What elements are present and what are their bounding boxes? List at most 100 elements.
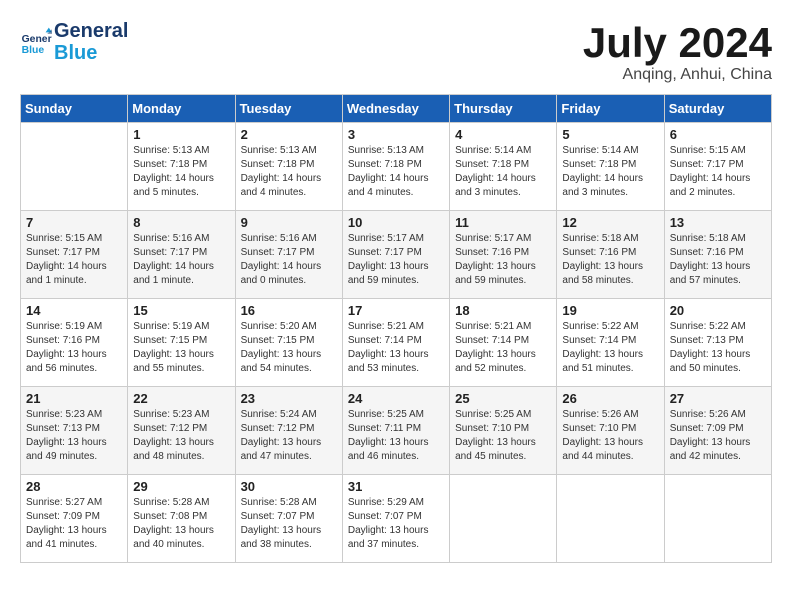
day-detail: Sunrise: 5:13 AM Sunset: 7:18 PM Dayligh… (133, 144, 229, 200)
day-number: 16 (241, 303, 337, 318)
day-number: 19 (562, 303, 658, 318)
day-detail: Sunrise: 5:15 AM Sunset: 7:17 PM Dayligh… (26, 232, 122, 288)
day-number: 4 (455, 127, 551, 142)
day-detail: Sunrise: 5:22 AM Sunset: 7:14 PM Dayligh… (562, 320, 658, 376)
day-number: 17 (348, 303, 444, 318)
calendar-cell: 26Sunrise: 5:26 AM Sunset: 7:10 PM Dayli… (557, 387, 664, 475)
day-detail: Sunrise: 5:25 AM Sunset: 7:10 PM Dayligh… (455, 408, 551, 464)
day-number: 22 (133, 391, 229, 406)
calendar-cell: 25 Sunrise: 5:25 AM Sunset: 7:10 PM Dayli… (450, 387, 557, 475)
calendar-cell (557, 475, 664, 563)
day-number: 12 (562, 215, 658, 230)
day-detail: Sunrise: 5:23 AM Sunset: 7:13 PM Dayligh… (26, 408, 122, 464)
calendar-cell: 30 Sunrise: 5:28 AM Sunset: 7:07 PM Dayli… (235, 475, 342, 563)
day-number: 10 (348, 215, 444, 230)
calendar-cell: 28Sunrise: 5:27 AM Sunset: 7:09 PM Dayli… (21, 475, 128, 563)
day-number: 11 (455, 215, 551, 230)
day-number: 25 (455, 391, 551, 406)
day-detail: Sunrise: 5:28 AM Sunset: 7:08 PM Dayligh… (133, 496, 229, 552)
day-number: 23 (241, 391, 337, 406)
calendar-cell: 15Sunrise: 5:19 AM Sunset: 7:15 PM Dayli… (128, 299, 235, 387)
calendar-cell: 14 Sunrise: 5:19 AM Sunset: 7:16 PM Dayli… (21, 299, 128, 387)
calendar-cell: 11 Sunrise: 5:17 AM Sunset: 7:16 PM Dayli… (450, 211, 557, 299)
day-detail: Sunrise: 5:24 AM Sunset: 7:12 PM Dayligh… (241, 408, 337, 464)
day-number: 24 (348, 391, 444, 406)
weekday-friday: Friday (557, 95, 664, 123)
calendar-cell (21, 123, 128, 211)
weekday-wednesday: Wednesday (342, 95, 449, 123)
day-number: 5 (562, 127, 658, 142)
location-subtitle: Anqing, Anhui, China (583, 66, 772, 84)
calendar-cell: 1 Sunrise: 5:13 AM Sunset: 7:18 PM Daylig… (128, 123, 235, 211)
day-number: 26 (562, 391, 658, 406)
day-detail: Sunrise: 5:29 AM Sunset: 7:07 PM Dayligh… (348, 496, 444, 552)
day-detail: Sunrise: 5:14 AM Sunset: 7:18 PM Dayligh… (562, 144, 658, 200)
day-number: 2 (241, 127, 337, 142)
day-number: 6 (670, 127, 766, 142)
calendar-cell: 16Sunrise: 5:20 AM Sunset: 7:15 PM Dayli… (235, 299, 342, 387)
weekday-tuesday: Tuesday (235, 95, 342, 123)
day-detail: Sunrise: 5:22 AM Sunset: 7:13 PM Dayligh… (670, 320, 766, 376)
calendar-cell (664, 475, 771, 563)
month-title: July 2024 (583, 20, 772, 66)
calendar-cell: 17 Sunrise: 5:21 AM Sunset: 7:14 PM Dayli… (342, 299, 449, 387)
page-header: General Blue General Blue July 2024 Anqi… (20, 20, 772, 84)
calendar-cell: 9Sunrise: 5:16 AM Sunset: 7:17 PM Daylig… (235, 211, 342, 299)
day-number: 14 (26, 303, 122, 318)
calendar-cell: 13 Sunrise: 5:18 AM Sunset: 7:16 PM Dayli… (664, 211, 771, 299)
calendar-cell: 29Sunrise: 5:28 AM Sunset: 7:08 PM Dayli… (128, 475, 235, 563)
day-number: 18 (455, 303, 551, 318)
weekday-sunday: Sunday (21, 95, 128, 123)
day-detail: Sunrise: 5:21 AM Sunset: 7:14 PM Dayligh… (348, 320, 444, 376)
calendar-cell: 23 Sunrise: 5:24 AM Sunset: 7:12 PM Dayli… (235, 387, 342, 475)
calendar-cell: 18 Sunrise: 5:21 AM Sunset: 7:14 PM Dayli… (450, 299, 557, 387)
calendar-week-3: 14 Sunrise: 5:19 AM Sunset: 7:16 PM Dayli… (21, 299, 772, 387)
day-detail: Sunrise: 5:16 AM Sunset: 7:17 PM Dayligh… (133, 232, 229, 288)
calendar-cell: 24 Sunrise: 5:25 AM Sunset: 7:11 PM Dayli… (342, 387, 449, 475)
day-detail: Sunrise: 5:19 AM Sunset: 7:16 PM Dayligh… (26, 320, 122, 376)
calendar-cell: 22 Sunrise: 5:23 AM Sunset: 7:12 PM Dayli… (128, 387, 235, 475)
calendar-cell: 31Sunrise: 5:29 AM Sunset: 7:07 PM Dayli… (342, 475, 449, 563)
day-detail: Sunrise: 5:21 AM Sunset: 7:14 PM Dayligh… (455, 320, 551, 376)
logo: General Blue General Blue (20, 20, 128, 64)
day-detail: Sunrise: 5:13 AM Sunset: 7:18 PM Dayligh… (348, 144, 444, 200)
day-detail: Sunrise: 5:17 AM Sunset: 7:16 PM Dayligh… (455, 232, 551, 288)
day-number: 15 (133, 303, 229, 318)
day-number: 27 (670, 391, 766, 406)
calendar-cell: 4 Sunrise: 5:14 AM Sunset: 7:18 PM Daylig… (450, 123, 557, 211)
calendar-week-5: 28Sunrise: 5:27 AM Sunset: 7:09 PM Dayli… (21, 475, 772, 563)
day-detail: Sunrise: 5:25 AM Sunset: 7:11 PM Dayligh… (348, 408, 444, 464)
day-number: 1 (133, 127, 229, 142)
calendar-week-1: 1 Sunrise: 5:13 AM Sunset: 7:18 PM Daylig… (21, 123, 772, 211)
calendar-cell: 6 Sunrise: 5:15 AM Sunset: 7:17 PM Daylig… (664, 123, 771, 211)
calendar-cell (450, 475, 557, 563)
weekday-saturday: Saturday (664, 95, 771, 123)
day-detail: Sunrise: 5:15 AM Sunset: 7:17 PM Dayligh… (670, 144, 766, 200)
day-number: 13 (670, 215, 766, 230)
day-detail: Sunrise: 5:23 AM Sunset: 7:12 PM Dayligh… (133, 408, 229, 464)
weekday-monday: Monday (128, 95, 235, 123)
day-detail: Sunrise: 5:18 AM Sunset: 7:16 PM Dayligh… (670, 232, 766, 288)
day-detail: Sunrise: 5:14 AM Sunset: 7:18 PM Dayligh… (455, 144, 551, 200)
day-detail: Sunrise: 5:27 AM Sunset: 7:09 PM Dayligh… (26, 496, 122, 552)
calendar-cell: 8 Sunrise: 5:16 AM Sunset: 7:17 PM Daylig… (128, 211, 235, 299)
day-detail: Sunrise: 5:18 AM Sunset: 7:16 PM Dayligh… (562, 232, 658, 288)
calendar-cell: 27 Sunrise: 5:26 AM Sunset: 7:09 PM Dayli… (664, 387, 771, 475)
calendar-cell: 19 Sunrise: 5:22 AM Sunset: 7:14 PM Dayli… (557, 299, 664, 387)
day-number: 30 (241, 479, 337, 494)
day-detail: Sunrise: 5:13 AM Sunset: 7:18 PM Dayligh… (241, 144, 337, 200)
calendar-week-2: 7Sunrise: 5:15 AM Sunset: 7:17 PM Daylig… (21, 211, 772, 299)
day-number: 3 (348, 127, 444, 142)
day-detail: Sunrise: 5:26 AM Sunset: 7:09 PM Dayligh… (670, 408, 766, 464)
calendar-cell: 7Sunrise: 5:15 AM Sunset: 7:17 PM Daylig… (21, 211, 128, 299)
svg-text:Blue: Blue (22, 45, 45, 56)
logo-blue: Blue (54, 42, 128, 64)
weekday-thursday: Thursday (450, 95, 557, 123)
title-block: July 2024 Anqing, Anhui, China (583, 20, 772, 84)
calendar-cell: 10Sunrise: 5:17 AM Sunset: 7:17 PM Dayli… (342, 211, 449, 299)
calendar-body: 1 Sunrise: 5:13 AM Sunset: 7:18 PM Daylig… (21, 123, 772, 563)
day-detail: Sunrise: 5:28 AM Sunset: 7:07 PM Dayligh… (241, 496, 337, 552)
calendar-cell: 2 Sunrise: 5:13 AM Sunset: 7:18 PM Daylig… (235, 123, 342, 211)
day-number: 21 (26, 391, 122, 406)
day-number: 8 (133, 215, 229, 230)
